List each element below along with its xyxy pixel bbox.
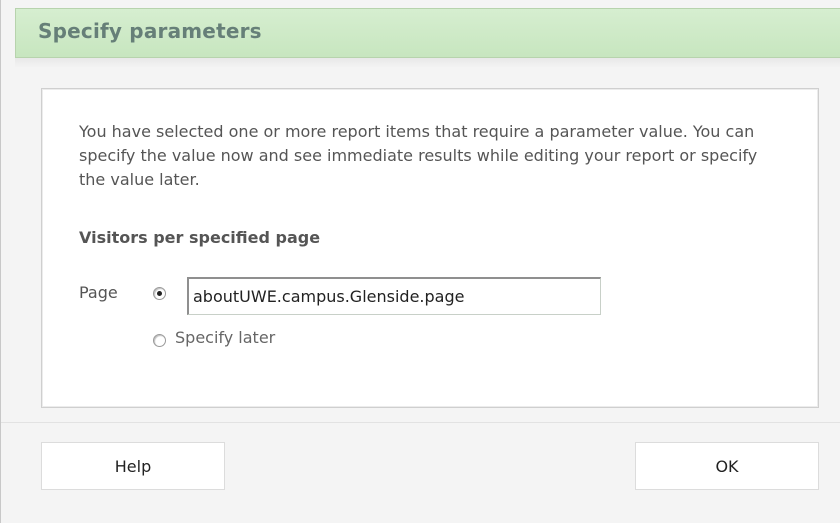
dialog-title-bar: Specify parameters [15,8,840,58]
parameter-description: You have selected one or more report ite… [79,122,758,189]
page-parameter-label: Page [79,283,118,302]
page-value-input[interactable] [187,277,601,315]
ok-button[interactable]: OK [635,442,819,490]
button-area-divider [1,422,840,423]
specify-parameters-dialog: Specify parameters You have selected one… [0,0,840,523]
page-value-radio[interactable] [153,287,166,300]
dialog-title: Specify parameters [38,19,262,43]
help-button[interactable]: Help [41,442,225,490]
specify-later-radio[interactable] [153,334,166,347]
specify-later-label[interactable]: Specify later [175,328,275,347]
parameter-content-panel: You have selected one or more report ite… [41,88,819,408]
parameter-section-heading: Visitors per specified page [79,228,321,247]
title-bar-shadow [15,58,840,68]
